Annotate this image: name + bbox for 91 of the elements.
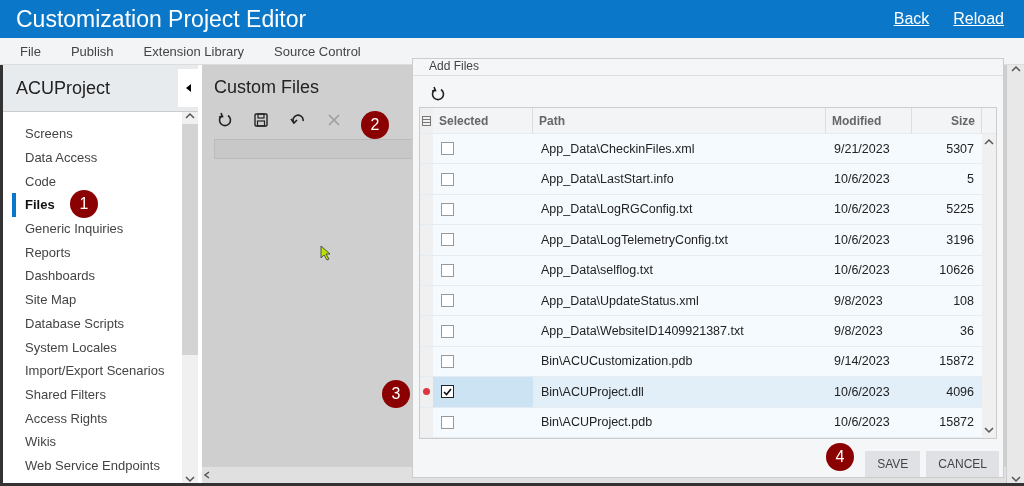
- size-cell-text: 4096: [945, 383, 975, 401]
- modified-cell-text: 10/6/2023: [833, 383, 891, 401]
- column-header[interactable]: Modified: [826, 108, 912, 133]
- path-cell-text: App_Data\LastStart.info: [540, 171, 675, 189]
- cursor-icon: [320, 245, 332, 261]
- sidebar-item[interactable]: Dashboards: [3, 264, 182, 288]
- sidebar-item[interactable]: Reports: [3, 240, 182, 265]
- size-cell-text: 36: [959, 323, 975, 341]
- path-cell-text: App_Data\WebsiteID1409921387.txt: [540, 323, 745, 341]
- menu-item[interactable]: File: [20, 43, 41, 59]
- refresh-button[interactable]: [218, 112, 232, 127]
- size-cell-text: 5225: [945, 201, 975, 219]
- sidebar-item[interactable]: Web Service Endpoints: [3, 453, 182, 478]
- checkbox[interactable]: [441, 142, 454, 156]
- scroll-down-icon: [185, 475, 195, 483]
- menu-item[interactable]: Source Control: [274, 43, 361, 59]
- scrollbar[interactable]: [182, 112, 198, 483]
- sidebar-item[interactable]: Access Rights: [3, 406, 182, 430]
- path-cell-text: App_Data\LogTelemetryConfig.txt: [540, 231, 729, 249]
- callout-badge: 1: [70, 190, 98, 218]
- scroll-left-icon: [202, 471, 212, 479]
- app-title: Customization Project Editor: [16, 5, 308, 33]
- undo-button[interactable]: [290, 113, 306, 126]
- modified-cell-text: 10/6/2023: [833, 414, 891, 432]
- project-title: ACUProject: [16, 77, 111, 99]
- checkbox[interactable]: [441, 294, 454, 308]
- size-cell-text: 5307: [945, 140, 975, 158]
- checkbox[interactable]: [441, 354, 454, 368]
- size-cell-text: 15872: [938, 353, 975, 371]
- checkbox[interactable]: [441, 202, 454, 216]
- menu-item[interactable]: Publish: [70, 43, 114, 59]
- path-cell-text: App_Data\LogRGConfig.txt: [540, 201, 694, 219]
- modified-cell-text: 9/14/2023: [833, 353, 891, 371]
- collapse-button[interactable]: [178, 69, 198, 107]
- cancel-button[interactable]: CANCEL: [926, 450, 999, 477]
- scroll-up-icon: [984, 138, 994, 146]
- path-cell-text: App_Data\selflog.txt: [540, 262, 654, 280]
- checkbox[interactable]: [441, 233, 454, 247]
- column-header[interactable]: Path: [533, 108, 826, 133]
- dialog-title: Add Files: [413, 59, 1003, 76]
- sidebar-item[interactable]: Wikis: [3, 429, 182, 454]
- column-header[interactable]: Selected: [433, 108, 533, 133]
- modified-cell-text: 9/8/2023: [833, 323, 884, 341]
- path-cell-text: Bin\ACUCustomization.pdb: [540, 353, 694, 371]
- scroll-up-icon: [185, 112, 195, 120]
- sidebar-item[interactable]: Database Scripts: [3, 311, 182, 336]
- column-header[interactable]: Size: [912, 108, 982, 133]
- header-link[interactable]: Back: [893, 10, 930, 28]
- save-button[interactable]: SAVE: [865, 450, 921, 477]
- sidebar-item[interactable]: Data Access: [3, 145, 182, 170]
- menu-item[interactable]: Extension Library: [143, 43, 245, 59]
- sidebar-item[interactable]: Site Map: [3, 287, 182, 312]
- path-cell-text: App_Data\CheckinFiles.xml: [540, 140, 696, 158]
- modified-cell-text: 10/6/2023: [833, 201, 891, 219]
- size-cell-text: 5: [966, 171, 975, 189]
- refresh-button[interactable]: [431, 86, 445, 101]
- path-cell-text: App_Data\UpdateStatus.xml: [540, 292, 700, 310]
- column-settings-icon[interactable]: [422, 115, 431, 126]
- panel-title: Custom Files: [214, 77, 321, 98]
- sidebar-item[interactable]: Import/Export Scenarios: [3, 358, 182, 383]
- save-icon-button[interactable]: [254, 112, 268, 127]
- delete-button[interactable]: [328, 113, 340, 126]
- modified-cell-text: 10/6/2023: [833, 171, 891, 189]
- caret-icon: [185, 84, 191, 92]
- row-selector[interactable]: [420, 377, 433, 407]
- path-cell-text: Bin\ACUProject.pdb: [540, 414, 654, 432]
- sidebar-item[interactable]: Shared Filters: [3, 382, 182, 407]
- checkbox[interactable]: [441, 324, 454, 338]
- row-marker: [423, 388, 430, 396]
- size-cell-text: 108: [952, 292, 975, 310]
- scrollbar[interactable]: [982, 134, 996, 438]
- sidebar-item[interactable]: Generic Inquiries: [3, 216, 182, 241]
- modified-cell-text: 10/6/2023: [833, 262, 891, 280]
- size-cell-text: 15872: [938, 414, 975, 432]
- sidebar-item[interactable]: Screens: [3, 122, 182, 146]
- checkbox[interactable]: [441, 172, 454, 186]
- checkbox[interactable]: [441, 385, 454, 399]
- modified-cell-text: 9/21/2023: [833, 140, 891, 158]
- scrollbar[interactable]: [1006, 65, 1024, 483]
- checkbox[interactable]: [441, 263, 454, 277]
- scroll-down-icon: [1010, 475, 1021, 483]
- size-cell-text: 10626: [938, 262, 975, 280]
- scroll-up-icon: [1010, 65, 1021, 73]
- header-link[interactable]: Reload: [953, 10, 1004, 28]
- checkbox[interactable]: [441, 415, 454, 429]
- sidebar-item[interactable]: System Locales: [3, 335, 182, 359]
- modified-cell-text: 9/8/2023: [833, 292, 884, 310]
- modified-cell-text: 10/6/2023: [833, 231, 891, 249]
- scroll-down-icon: [984, 425, 994, 434]
- size-cell-text: 3196: [945, 231, 975, 249]
- path-cell-text: Bin\ACUProject.dll: [540, 383, 645, 401]
